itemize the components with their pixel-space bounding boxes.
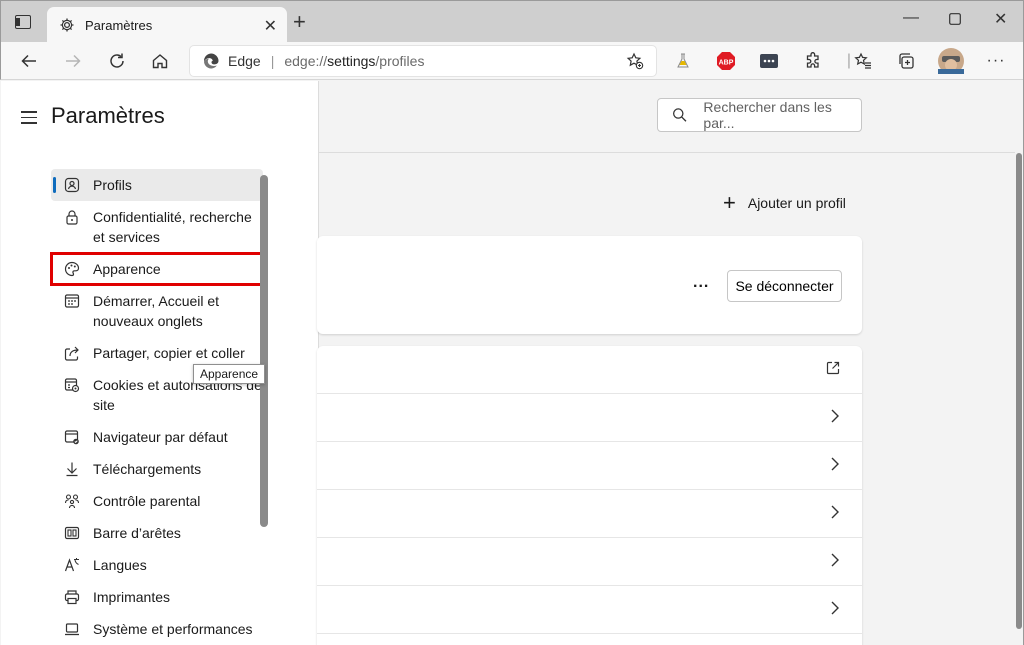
sidebar-item-imprimantes[interactable]: Imprimantes	[51, 581, 263, 613]
sidebar-item-controle-parental[interactable]: Contrôle parental	[51, 485, 263, 517]
cookies-icon	[64, 377, 80, 393]
site-name: Edge	[228, 53, 261, 69]
family-icon	[64, 493, 80, 509]
extensions-icon[interactable]	[801, 49, 825, 73]
settings-content: Rechercher dans les par... + Ajouter un …	[317, 81, 1015, 645]
profile-icon	[64, 177, 80, 193]
start-icon	[64, 293, 80, 309]
browser-icon	[64, 429, 80, 445]
open-external-icon[interactable]	[825, 360, 841, 381]
profile-card: ... Se déconnecter	[317, 236, 862, 334]
lock-icon	[64, 209, 80, 225]
sidebar-item-label: Contrôle parental	[93, 493, 201, 509]
sidebar-scrollbar[interactable]	[260, 175, 268, 527]
search-icon	[673, 108, 687, 122]
gear-icon	[59, 17, 75, 33]
chevron-right-icon	[830, 600, 840, 621]
share-icon	[64, 345, 80, 361]
back-icon[interactable]	[17, 49, 41, 73]
sidebar-item-profils[interactable]: Profils	[51, 169, 263, 201]
collections-icon[interactable]	[894, 49, 918, 73]
more-options-button[interactable]: ...	[693, 274, 709, 292]
add-profile-button[interactable]: + Ajouter un profil	[723, 190, 846, 215]
sidebar-item-label: Profils	[93, 177, 132, 193]
languages-icon	[64, 557, 80, 573]
adblock-icon[interactable]: ABP	[714, 49, 738, 73]
sidebar-item-label: Barre d’arêtes	[93, 525, 181, 541]
sidebar-item-label: Téléchargements	[93, 461, 202, 477]
sidebar-item-apparence[interactable]: Apparence	[50, 252, 264, 286]
list-item[interactable]	[317, 442, 862, 490]
sidebar-item-telechargements[interactable]: Téléchargements	[51, 453, 263, 485]
sidebar-item-label: Imprimantes	[93, 589, 171, 605]
sidebar-item-langues[interactable]: Langues	[51, 549, 263, 581]
sidebar-item-label: Partager, copier et coller	[93, 345, 245, 361]
sidebar-item-systeme[interactable]: Système et performances	[51, 613, 263, 645]
toolbar: Edge | edge://settings/profiles ABP | ··…	[0, 42, 1024, 80]
maximize-icon[interactable]	[949, 12, 961, 30]
list-item[interactable]	[317, 394, 862, 442]
favorites-icon[interactable]	[851, 49, 875, 73]
sidebar-item-label: Apparence	[93, 261, 161, 277]
printer-icon	[64, 589, 80, 605]
scrollbar-thumb[interactable]	[1016, 153, 1022, 629]
extension-box-icon[interactable]	[757, 49, 781, 73]
add-profile-label: Ajouter un profil	[747, 195, 846, 211]
sidebar-item-demarrer[interactable]: Démarrer, Accueil et nouveaux onglets	[51, 285, 263, 337]
search-placeholder: Rechercher dans les par...	[703, 99, 832, 131]
edge-icon	[202, 52, 220, 70]
favorite-add-icon[interactable]	[626, 52, 644, 73]
forward-icon[interactable]	[61, 49, 85, 73]
sign-out-button[interactable]: Se déconnecter	[727, 270, 842, 302]
divider	[319, 152, 1015, 153]
palette-icon	[64, 261, 80, 277]
tab-bar: Paramètres ✕ + — ✕	[0, 0, 1024, 43]
minimize-icon[interactable]: —	[903, 9, 919, 27]
sidebar-item-label: Langues	[93, 557, 147, 573]
settings-sidebar: Paramètres Profils Confidentialité, rech…	[1, 81, 319, 645]
sidebar-item-barre-aretes[interactable]: Barre d’arêtes	[51, 517, 263, 549]
chevron-right-icon	[830, 408, 840, 429]
tab-settings[interactable]: Paramètres ✕	[47, 7, 287, 43]
chevron-right-icon	[830, 552, 840, 573]
list-item[interactable]	[317, 538, 862, 586]
refresh-icon[interactable]	[105, 49, 129, 73]
url-text: edge://settings/profiles	[284, 53, 425, 69]
tab-title: Paramètres	[85, 17, 153, 33]
plus-icon[interactable]: +	[293, 11, 306, 33]
chevron-right-icon	[830, 456, 840, 477]
svg-text:ABP: ABP	[719, 60, 734, 67]
sidebar-item-label: Démarrer, Accueil et nouveaux onglets	[93, 293, 220, 329]
menu-icon[interactable]	[21, 111, 37, 128]
close-window-icon[interactable]: ✕	[994, 9, 1007, 29]
extension-flask-icon[interactable]	[671, 49, 695, 73]
url-separator: |	[270, 53, 275, 69]
chevron-right-icon	[830, 504, 840, 525]
sidebar-item-label: Système et performances	[93, 621, 253, 637]
system-icon	[64, 621, 80, 637]
sidebar-item-navigateur[interactable]: Navigateur par défaut	[51, 421, 263, 453]
list-item[interactable]	[317, 346, 862, 394]
tooltip: Apparence	[193, 364, 266, 384]
page-title: Paramètres	[51, 103, 165, 128]
more-icon[interactable]: ···	[984, 49, 1008, 73]
download-icon	[64, 461, 80, 477]
sidebar-item-label: Confidentialité, recherche et services	[93, 209, 252, 245]
close-icon[interactable]: ✕	[264, 16, 277, 36]
search-input[interactable]: Rechercher dans les par...	[657, 98, 862, 132]
home-icon[interactable]	[148, 49, 172, 73]
list-item[interactable]	[317, 586, 862, 634]
list-item[interactable]	[317, 490, 862, 538]
edge-bar-icon	[64, 525, 80, 541]
address-bar[interactable]: Edge | edge://settings/profiles	[189, 45, 657, 77]
sidebar-icon[interactable]	[15, 15, 31, 29]
plus-icon: +	[723, 190, 736, 215]
avatar[interactable]	[938, 48, 964, 74]
settings-nav: Profils Confidentialité, recherche et se…	[50, 169, 264, 645]
profile-settings-list	[317, 346, 862, 645]
sidebar-item-label: Navigateur par défaut	[93, 429, 228, 445]
sidebar-item-confidentialite[interactable]: Confidentialité, recherche et services	[51, 201, 263, 253]
